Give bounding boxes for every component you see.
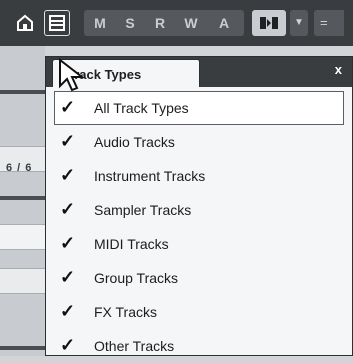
list-item-sampler-tracks[interactable]: ✓ Sampler Tracks [54, 193, 344, 227]
list-item-fx-tracks[interactable]: ✓ FX Tracks [54, 295, 344, 329]
checkmark-icon: ✓ [60, 335, 76, 355]
checkmark-icon: ✓ [60, 165, 76, 185]
checkmark-icon: ✓ [60, 131, 76, 151]
write-button[interactable]: W [181, 15, 201, 31]
list-icon [49, 15, 65, 31]
track-row[interactable] [0, 268, 45, 294]
item-label: FX Tracks [94, 304, 158, 320]
list-view-button[interactable] [44, 10, 70, 36]
item-label: Other Tracks [94, 338, 175, 354]
track-type-list: ✓ All Track Types ✓ Audio Tracks ✓ Instr… [54, 91, 344, 363]
list-item-midi-tracks[interactable]: ✓ MIDI Tracks [54, 227, 344, 261]
close-button[interactable]: x [335, 62, 342, 77]
divider [0, 196, 45, 200]
divider [0, 90, 45, 94]
arrow-cursor-icon [59, 58, 85, 92]
list-item-all-track-types[interactable]: ✓ All Track Types [54, 91, 344, 125]
item-label: Instrument Tracks [94, 168, 206, 184]
checkmark-icon: ✓ [60, 267, 76, 287]
insert-arrow-icon [260, 17, 278, 29]
track-count: 6 / 6 [6, 162, 33, 174]
item-label: MIDI Tracks [94, 236, 169, 252]
checkmark-icon: ✓ [60, 233, 76, 253]
mute-button[interactable]: M [90, 15, 110, 31]
list-item-group-tracks[interactable]: ✓ Group Tracks [54, 261, 344, 295]
item-label: Group Tracks [94, 270, 179, 286]
msrwa-button-group: M S R W A [84, 10, 244, 36]
insert-position-button[interactable] [252, 10, 286, 36]
item-label: Sampler Tracks [94, 202, 192, 218]
toolbar: M S R W A ▼ = [0, 0, 353, 46]
solo-button[interactable]: S [120, 15, 140, 31]
list-item-other-tracks[interactable]: ✓ Other Tracks [54, 329, 344, 363]
track-list-area [0, 46, 45, 356]
list-item-audio-tracks[interactable]: ✓ Audio Tracks [54, 125, 344, 159]
track-row[interactable] [0, 224, 45, 250]
home-button[interactable] [12, 10, 38, 36]
list-item-instrument-tracks[interactable]: ✓ Instrument Tracks [54, 159, 344, 193]
read-button[interactable]: R [150, 15, 170, 31]
automation-button[interactable]: A [214, 15, 234, 31]
home-icon [17, 14, 33, 31]
track-types-popup: Track Types x ✓ All Track Types ✓ Audio … [45, 56, 353, 356]
checkmark-icon: ✓ [60, 301, 76, 321]
checkmark-icon: ✓ [60, 97, 76, 117]
item-label: All Track Types [94, 100, 189, 116]
checkmark-icon: ✓ [60, 199, 76, 219]
insert-dropdown-button[interactable]: ▼ [290, 10, 308, 36]
popup-header: Track Types x [46, 57, 352, 87]
eq-button[interactable]: = [314, 10, 344, 36]
divider [0, 346, 45, 350]
item-label: Audio Tracks [94, 134, 175, 150]
